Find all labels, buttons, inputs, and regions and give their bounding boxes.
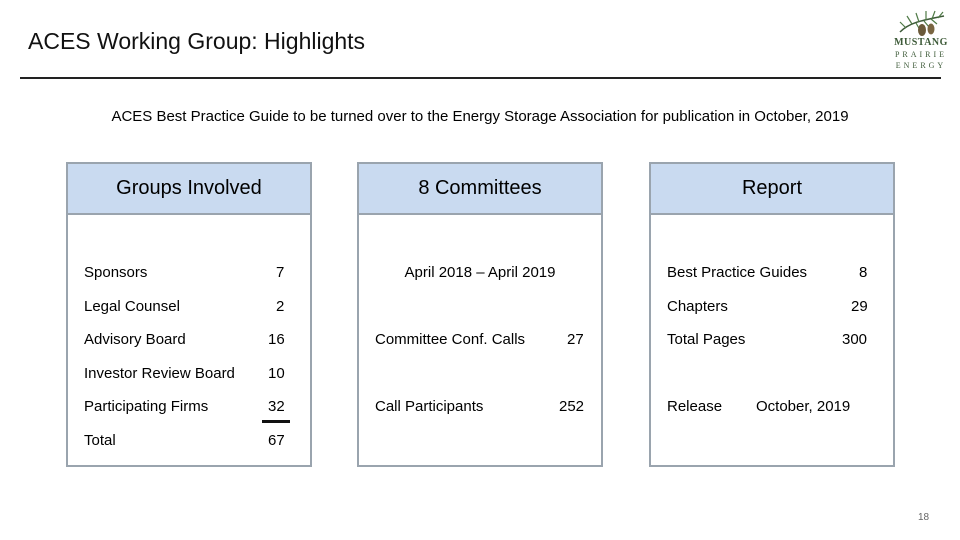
logo-text-mustang: MUSTANG <box>894 37 948 48</box>
report-panel: Report Best Practice Guides 8 Chapters 2… <box>649 162 895 467</box>
committees-panel-heading: 8 Committees <box>359 164 601 215</box>
committees-row-value: 252 <box>559 398 585 415</box>
committees-panel: 8 Committees April 2018 – April 2019 Com… <box>357 162 603 467</box>
committees-row-label: Committee Conf. Calls <box>375 331 526 348</box>
groups-row-label: Investor Review Board <box>84 365 235 382</box>
page-title: ACES Working Group: Highlights <box>28 28 366 54</box>
logo-text-energy: ENERGY <box>895 61 947 70</box>
subtitle: ACES Best Practice Guide to be turned ov… <box>111 108 849 125</box>
report-row-label: Total Pages <box>667 331 746 348</box>
groups-row-label: Legal Counsel <box>84 298 180 315</box>
groups-row-value: 16 <box>268 331 285 348</box>
groups-row-label: Sponsors <box>84 264 148 281</box>
report-panel-heading: Report <box>651 164 893 215</box>
report-row-value: 8 <box>859 264 868 281</box>
committees-row-value: 27 <box>567 331 584 348</box>
groups-row-value: 2 <box>276 298 285 315</box>
report-row-label: Best Practice Guides <box>667 264 808 281</box>
report-row-value: 29 <box>851 298 868 315</box>
groups-total-value: 67 <box>268 432 285 449</box>
report-row-value: October, 2019 <box>756 398 851 415</box>
groups-row-label: Participating Firms <box>84 398 209 415</box>
page-number: 18 <box>918 512 930 523</box>
committees-period: April 2018 – April 2019 <box>404 264 556 281</box>
logo-text-prairie: PRAIRIE <box>894 50 948 59</box>
title-divider <box>20 77 941 79</box>
groups-total-label: Total <box>84 432 116 449</box>
report-row-label: Chapters <box>667 298 728 315</box>
groups-panel-heading: Groups Involved <box>68 164 310 215</box>
sum-underline <box>262 420 290 423</box>
committees-row-label: Call Participants <box>375 398 484 415</box>
report-row-label: Release <box>667 398 723 415</box>
groups-row-value: 32 <box>268 398 285 415</box>
groups-row-label: Advisory Board <box>84 331 186 348</box>
pinecone-branch-icon <box>899 10 945 36</box>
company-logo: MUSTANG PRAIRIE ENERGY <box>886 8 956 72</box>
groups-row-value: 10 <box>268 365 285 382</box>
report-row-value: 300 <box>842 331 868 348</box>
groups-row-value: 7 <box>276 264 285 281</box>
